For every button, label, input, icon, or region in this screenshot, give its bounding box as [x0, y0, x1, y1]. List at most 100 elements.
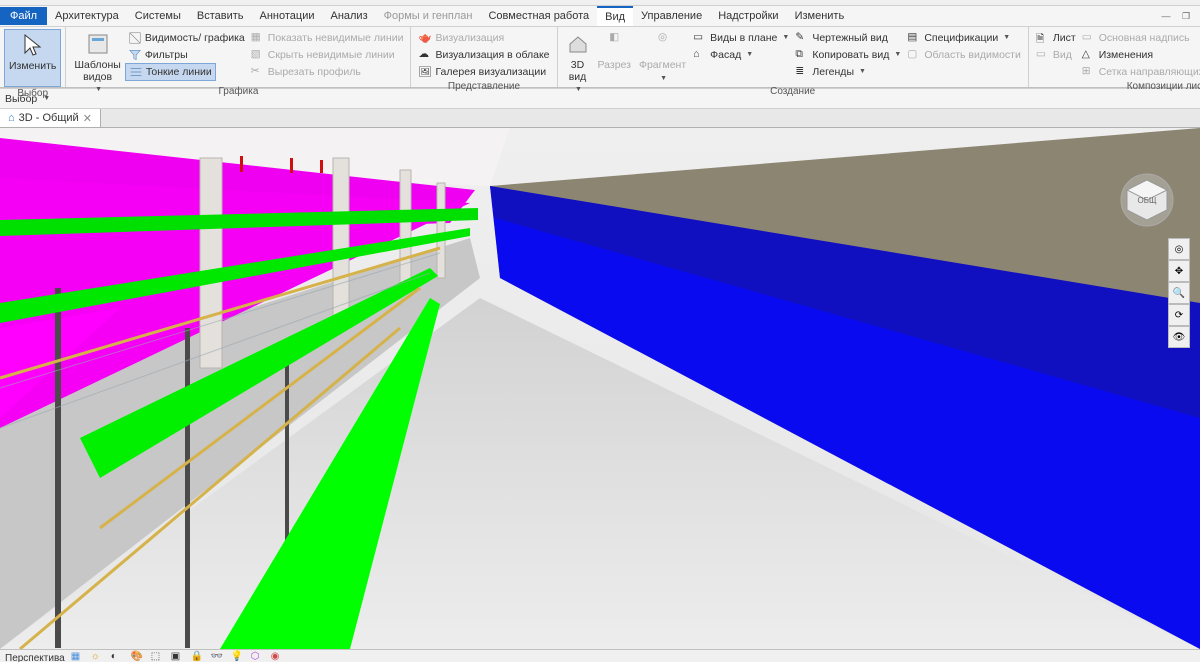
menu-addins[interactable]: Надстройки: [710, 7, 786, 25]
orbit-button[interactable]: ⟳: [1168, 304, 1190, 326]
menu-analysis[interactable]: Анализ: [322, 7, 375, 25]
document-tabs: ⌂ 3D - Общий ✕: [0, 109, 1200, 128]
crop-icon[interactable]: ⬚: [151, 651, 165, 662]
menu-manage[interactable]: Управление: [633, 7, 710, 25]
view-button[interactable]: ▭Вид: [1033, 47, 1075, 63]
filter-icon: [128, 48, 142, 62]
window-buttons: — ❐: [1158, 9, 1200, 23]
ribbon-group-presentation: 🫖Визуализация ☁Визуализация в облаке 🖼Га…: [411, 27, 557, 87]
section-icon: ◧: [602, 32, 626, 56]
menu-insert[interactable]: Вставить: [189, 7, 252, 25]
doc-tab-label: 3D - Общий: [19, 112, 79, 124]
highlight-icon[interactable]: ◉: [271, 651, 285, 662]
drafting-view-button[interactable]: ✎Чертежный вид: [792, 30, 891, 46]
navigation-bar: ◎ ✥ 🔍 ⟳ 👁: [1168, 238, 1190, 348]
plan-icon: ▭: [693, 31, 707, 45]
thin-lines-button[interactable]: Тонкие линии: [125, 63, 216, 81]
schedules-button[interactable]: ▤Спецификации▼: [904, 30, 1013, 46]
sheet-button[interactable]: 🗎Лист: [1033, 30, 1079, 46]
menu-arch[interactable]: Архитектура: [47, 7, 127, 25]
hidelines-icon: ▧: [251, 48, 265, 62]
ribbon-group-sheets: 🗎Лист ▭Вид ▭Основная надпись △Изменения …: [1029, 27, 1200, 87]
show-hidden-lines-button[interactable]: ▦Показать невидимые линии: [248, 30, 407, 46]
menu-collab[interactable]: Совместная работа: [480, 7, 597, 25]
reveal-icon[interactable]: 💡: [231, 651, 245, 662]
view-icon: ▭: [1036, 48, 1050, 62]
ribbon-group-select: Изменить Выбор: [0, 27, 66, 87]
options-bar-label: Выбор: [5, 93, 37, 105]
3d-viewport[interactable]: ОБЩ ◎ ✥ 🔍 ⟳ 👁: [0, 128, 1200, 649]
shadows-icon[interactable]: ◐: [111, 651, 125, 662]
group-label-create: Создание: [562, 86, 1024, 97]
legend-icon: ≣: [795, 65, 809, 79]
steering-wheel-button[interactable]: ◎: [1168, 238, 1190, 260]
titleblock-button[interactable]: ▭Основная надпись: [1079, 30, 1193, 46]
grid-icon: ⊞: [1082, 65, 1096, 79]
modify-button[interactable]: Изменить: [4, 29, 61, 87]
menu-modify[interactable]: Изменить: [787, 7, 853, 25]
house3d-icon: [566, 32, 590, 56]
revision-icon: △: [1082, 48, 1096, 62]
plan-views-button[interactable]: ▭Виды в плане▼: [690, 30, 792, 46]
doc-tab-3d[interactable]: ⌂ 3D - Общий ✕: [0, 109, 101, 127]
close-tab-button[interactable]: ✕: [83, 112, 92, 125]
ribbon-group-create: 3D вид▼ ◧Разрез ◎Фрагмент▼ ▭Виды в плане…: [558, 27, 1029, 87]
view-cube[interactable]: ОБЩ: [1120, 173, 1175, 228]
lookaround-button[interactable]: 👁: [1168, 326, 1190, 348]
titleblock-icon: ▭: [1082, 31, 1096, 45]
lock-icon[interactable]: 🔒: [191, 651, 205, 662]
menu-annot[interactable]: Аннотации: [252, 7, 323, 25]
minimize-button[interactable]: —: [1158, 9, 1174, 23]
render-button[interactable]: 🫖Визуализация: [415, 30, 507, 46]
view-mode-label[interactable]: Перспектива: [5, 653, 65, 662]
legends-button[interactable]: ≣Легенды▼: [792, 64, 869, 80]
sheet-icon: 🗎: [1036, 31, 1050, 45]
cutprofile-icon: ✂: [251, 65, 265, 79]
showhidden-icon: ▦: [251, 31, 265, 45]
callout-button[interactable]: ◎Фрагмент▼: [635, 29, 690, 85]
duplicate-view-button[interactable]: ⧉Копировать вид▼: [792, 47, 904, 63]
cloud-icon: ☁: [418, 48, 432, 62]
elevation-button[interactable]: ⌂Фасад▼: [690, 47, 756, 63]
menu-view[interactable]: Вид: [597, 6, 633, 26]
group-label-graphics: Графика: [70, 86, 406, 97]
ribbon: Изменить Выбор Шаблоны видов▼ Видимость/…: [0, 27, 1200, 88]
home-icon: ⌂: [8, 112, 15, 124]
elevation-icon: ⌂: [693, 48, 707, 62]
scope-icon: ▢: [907, 48, 921, 62]
guide-grid-button[interactable]: ⊞Сетка направляющих: [1079, 64, 1200, 80]
rendering-icon[interactable]: 🎨: [131, 651, 145, 662]
sun-path-icon[interactable]: ☼: [91, 651, 105, 662]
cursor-icon: [21, 33, 45, 57]
menu-massing[interactable]: Формы и генплан: [376, 7, 481, 25]
copy-icon: ⧉: [795, 48, 809, 62]
menu-systems[interactable]: Системы: [127, 7, 189, 25]
render-cloud-button[interactable]: ☁Визуализация в облаке: [415, 47, 552, 63]
view-templates-button[interactable]: Шаблоны видов▼: [70, 29, 124, 85]
cut-profile-button[interactable]: ✂Вырезать профиль: [248, 64, 364, 80]
drafting-icon: ✎: [795, 31, 809, 45]
visual-style-icon[interactable]: ▦: [71, 651, 85, 662]
group-label-presentation: Представление: [415, 81, 552, 92]
svg-text:ОБЩ: ОБЩ: [1138, 196, 1157, 205]
schedule-icon: ▤: [907, 31, 921, 45]
ribbon-group-graphics: Шаблоны видов▼ Видимость/ графика Фильтр…: [66, 27, 411, 87]
group-label-sheets: Композиции листов: [1033, 81, 1200, 92]
crop-visible-icon[interactable]: ▣: [171, 651, 185, 662]
scope-box-button[interactable]: ▢Область видимости: [904, 47, 1024, 63]
filters-button[interactable]: Фильтры: [125, 47, 191, 63]
analytical-icon[interactable]: ⬡: [251, 651, 265, 662]
section-button[interactable]: ◧Разрез: [594, 29, 635, 85]
revisions-button[interactable]: △Изменения: [1079, 47, 1156, 63]
pan-button[interactable]: ✥: [1168, 260, 1190, 282]
zoom-button[interactable]: 🔍: [1168, 282, 1190, 304]
render-gallery-button[interactable]: 🖼Галерея визуализации: [415, 64, 549, 80]
restore-button[interactable]: ❐: [1178, 9, 1194, 23]
view3d-button[interactable]: 3D вид▼: [562, 29, 594, 85]
visibility-button[interactable]: Видимость/ графика: [125, 30, 248, 46]
hide-lines-button[interactable]: ▧Скрыть невидимые линии: [248, 47, 398, 63]
temp-hide-icon[interactable]: 👓: [211, 651, 225, 662]
menubar: Файл Архитектура Системы Вставить Аннота…: [0, 6, 1200, 27]
thinlines-icon: [129, 65, 143, 79]
menu-file[interactable]: Файл: [0, 7, 47, 25]
